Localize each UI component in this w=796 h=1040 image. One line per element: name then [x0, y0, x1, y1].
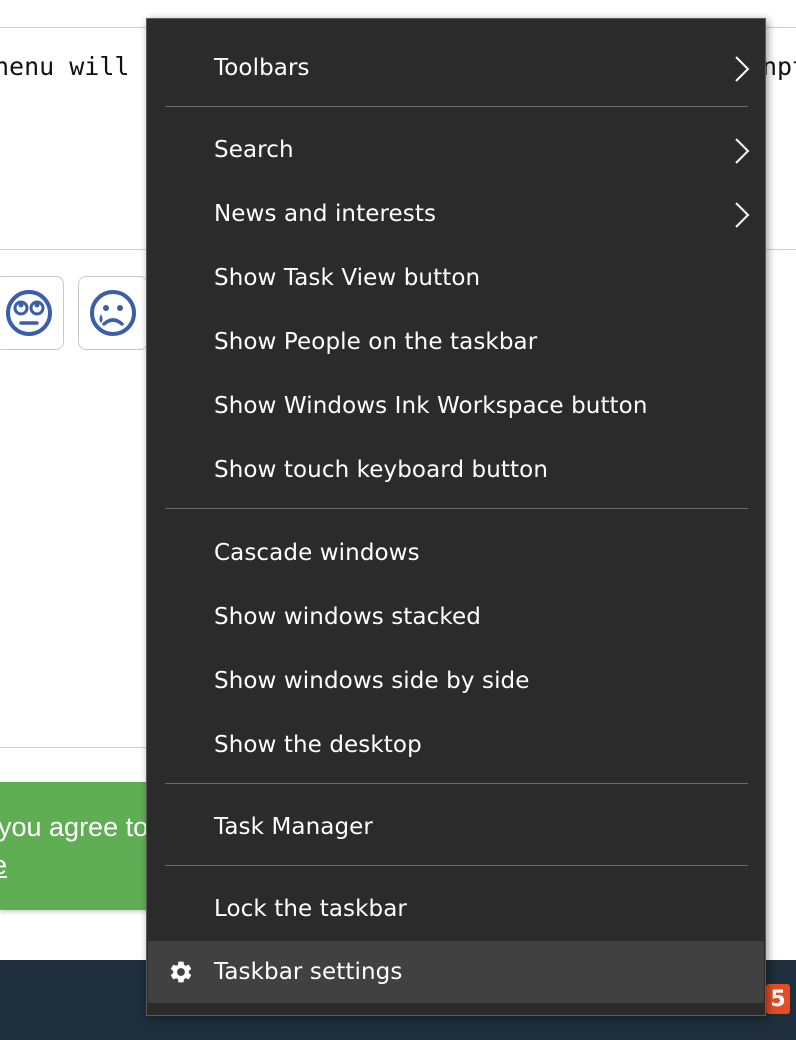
crying-face-icon	[90, 290, 136, 336]
menu-item-task-manager[interactable]: Task Manager	[148, 796, 764, 858]
menu-item-label: Toolbars	[214, 55, 310, 81]
chevron-right-icon	[735, 138, 750, 164]
page-lower-divider	[0, 747, 150, 748]
menu-item-show-desktop[interactable]: Show the desktop	[148, 714, 764, 776]
chevron-right-icon	[735, 202, 750, 228]
menu-item-label: Task Manager	[214, 814, 373, 840]
menu-separator	[165, 106, 748, 107]
menu-item-label: Cascade windows	[214, 540, 420, 566]
menu-item-lock-taskbar[interactable]: Lock the taskbar	[148, 878, 764, 940]
menu-item-label: News and interests	[214, 201, 437, 227]
menu-item-label: Taskbar settings	[214, 959, 403, 985]
cookie-banner: you agree to e	[0, 782, 160, 910]
menu-item-taskbar-settings[interactable]: Taskbar settings	[148, 941, 764, 1003]
rolling-eyes-face-icon	[6, 290, 52, 336]
menu-item-search[interactable]: Search	[148, 119, 764, 181]
menu-separator	[165, 783, 748, 784]
menu-item-show-windows-stacked[interactable]: Show windows stacked	[148, 586, 764, 648]
menu-item-show-windows-side-by-side[interactable]: Show windows side by side	[148, 650, 764, 712]
emoji-button-crying[interactable]	[78, 276, 148, 350]
html5-tray-icon[interactable]: 5	[766, 984, 790, 1014]
gear-icon	[170, 961, 192, 983]
cookie-banner-link[interactable]: e	[0, 850, 7, 881]
menu-item-label: Lock the taskbar	[214, 896, 407, 922]
code-text-left: nenu will	[0, 52, 130, 81]
menu-item-label: Search	[214, 137, 294, 163]
menu-item-show-task-view[interactable]: Show Task View button	[148, 247, 764, 309]
menu-item-cascade-windows[interactable]: Cascade windows	[148, 522, 764, 584]
code-text-right: npt	[762, 52, 796, 81]
menu-item-label: Show Windows Ink Workspace button	[214, 393, 648, 419]
cookie-banner-text: you agree to	[0, 812, 149, 842]
menu-item-label: Show touch keyboard button	[214, 457, 549, 483]
taskbar-context-menu: Toolbars Search News and interests Show …	[146, 18, 766, 1016]
menu-item-label: Show windows side by side	[214, 668, 530, 694]
menu-item-label: Show Task View button	[214, 265, 481, 291]
menu-separator	[165, 865, 748, 866]
menu-item-label: Show People on the taskbar	[214, 329, 538, 355]
menu-item-show-ink-workspace[interactable]: Show Windows Ink Workspace button	[148, 375, 764, 437]
menu-separator	[165, 508, 748, 509]
menu-item-show-people[interactable]: Show People on the taskbar	[148, 311, 764, 373]
menu-item-label: Show windows stacked	[214, 604, 481, 630]
chevron-right-icon	[735, 56, 750, 82]
menu-item-label: Show the desktop	[214, 732, 422, 758]
menu-item-news-and-interests[interactable]: News and interests	[148, 183, 764, 245]
emoji-button-rolling-eyes[interactable]	[0, 276, 64, 350]
menu-item-show-touch-keyboard[interactable]: Show touch keyboard button	[148, 439, 764, 501]
menu-item-toolbars[interactable]: Toolbars	[148, 37, 764, 99]
